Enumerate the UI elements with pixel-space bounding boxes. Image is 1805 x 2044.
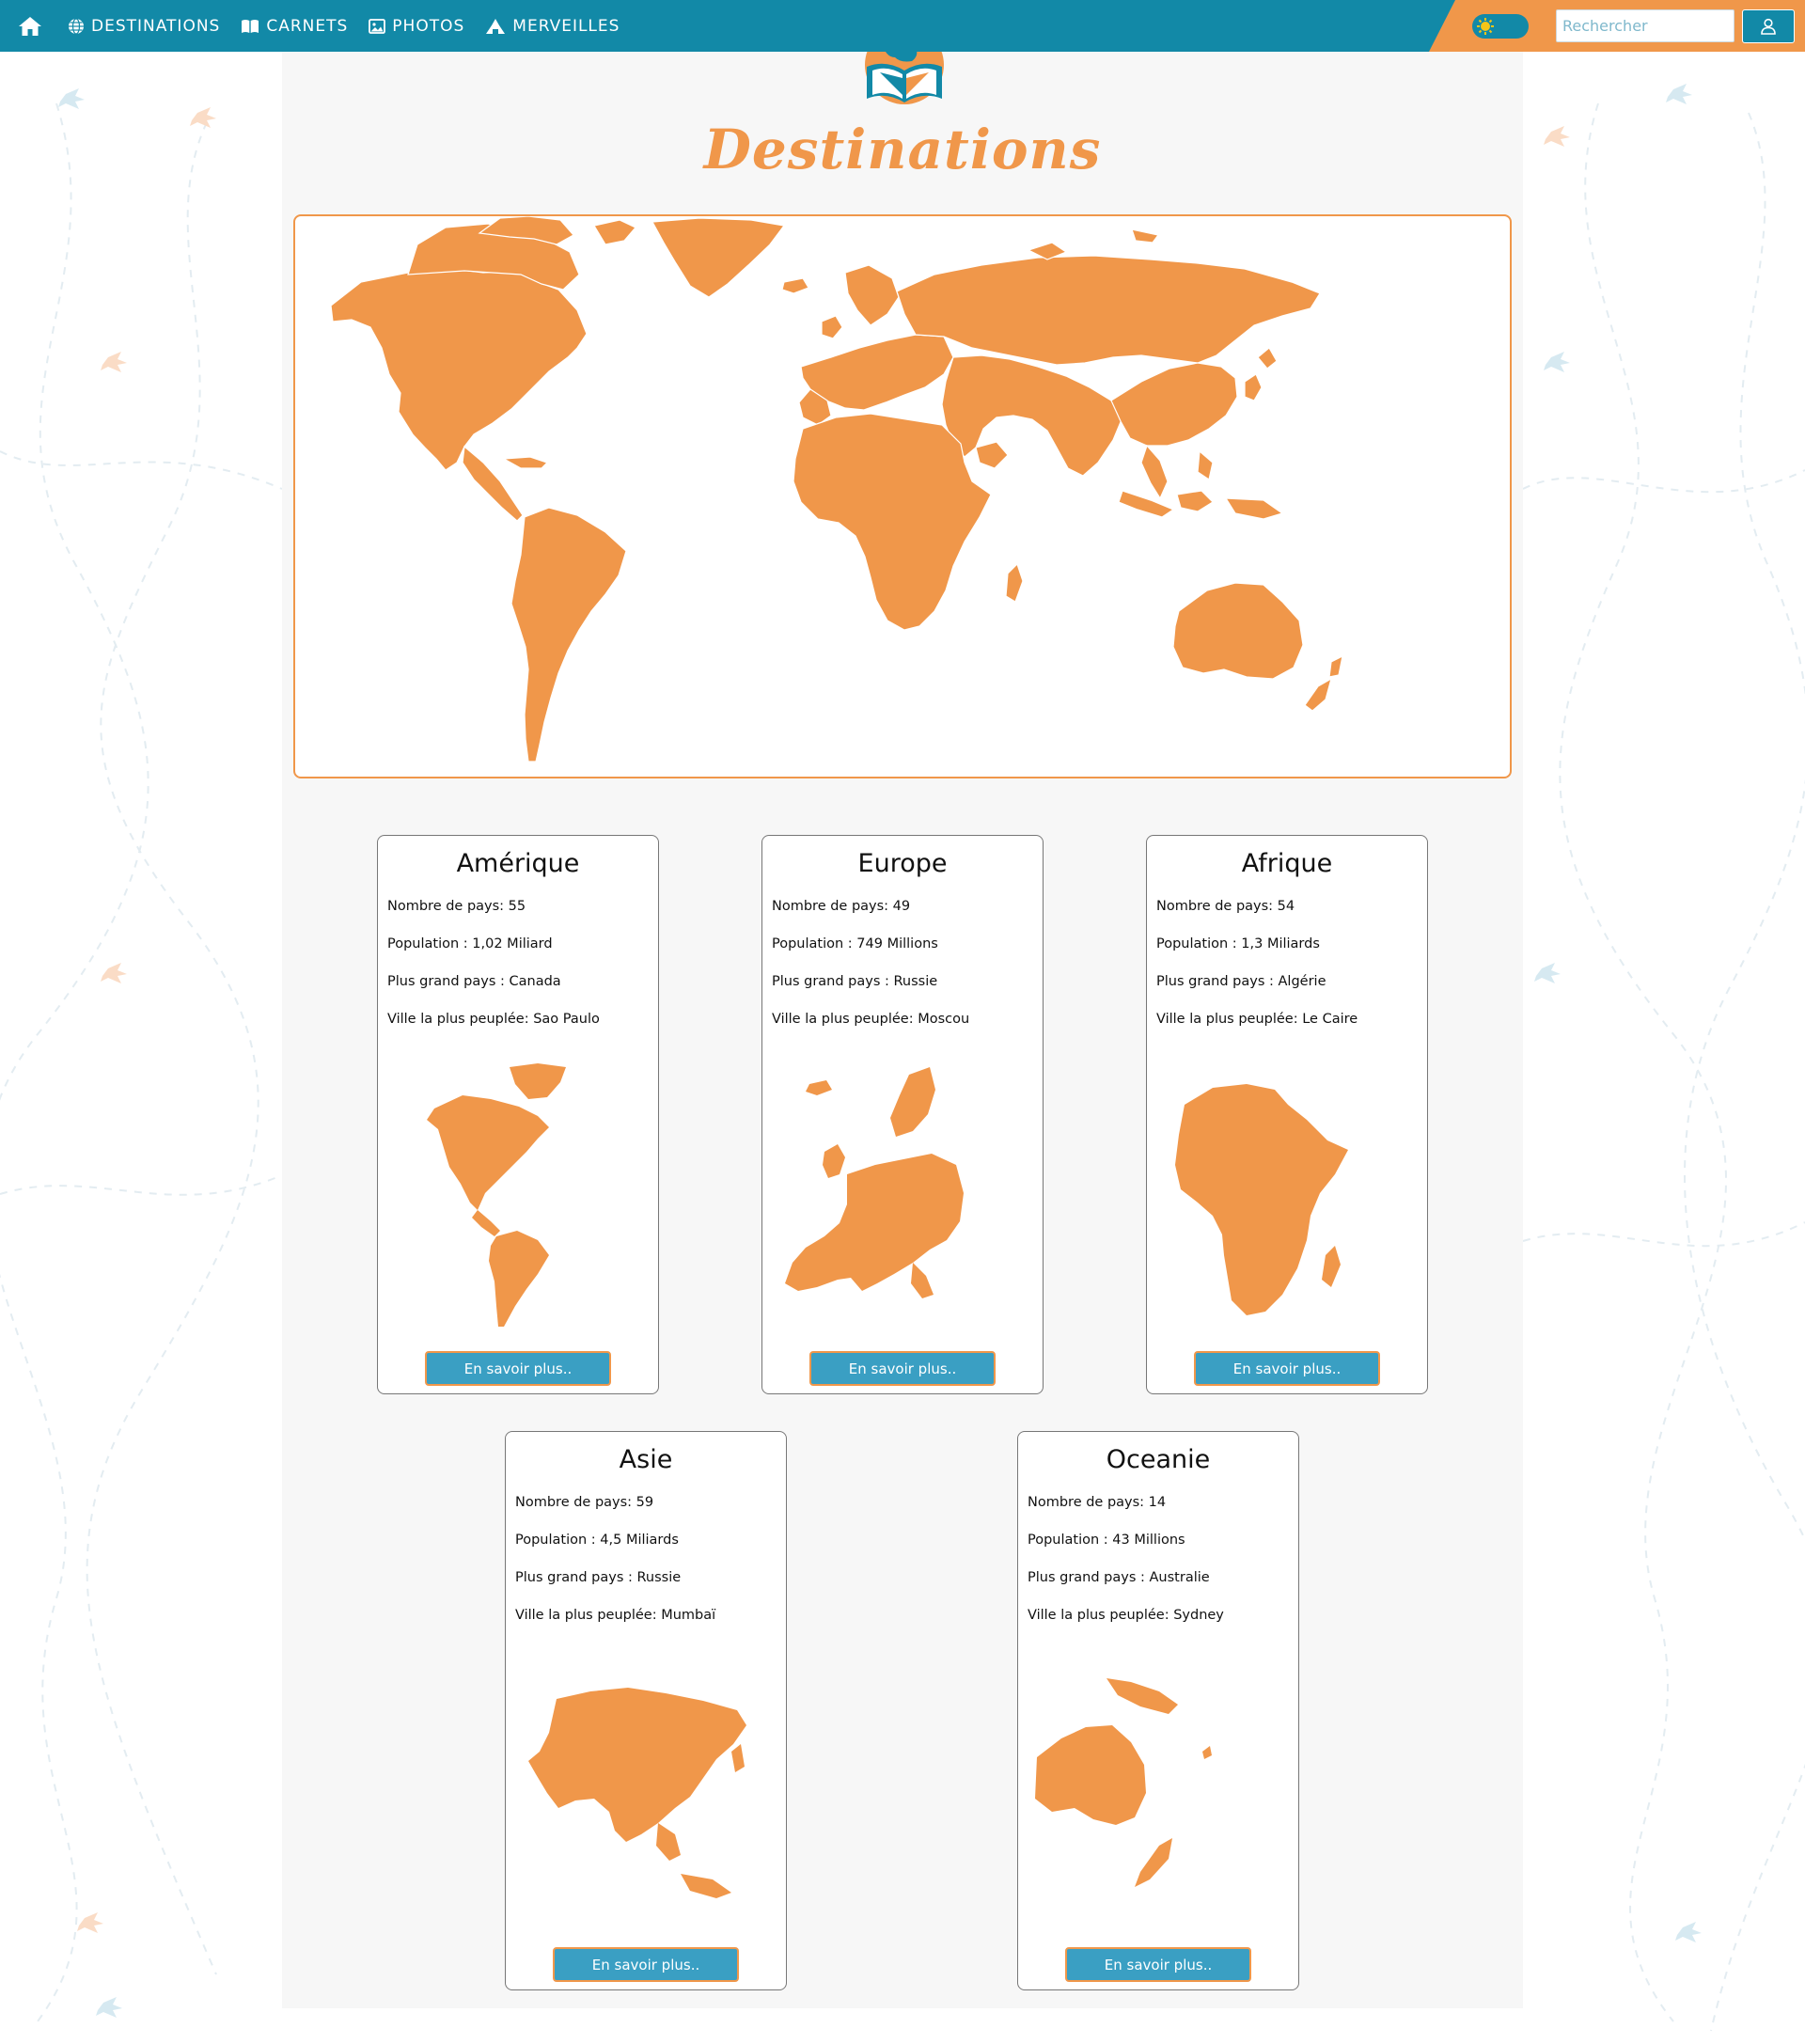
nav-label: PHOTOS [392, 16, 465, 36]
continent-card-asie: Asie Nombre de pays: 59 Population : 4,5… [505, 1431, 787, 1990]
top-navbar: DESTINATIONS CARNETS PHOTOS MERVEILLES [0, 0, 1805, 52]
globe-icon [69, 17, 84, 35]
card-population: Population : 43 Millions [1028, 1533, 1185, 1548]
learn-more-button[interactable]: En savoir plus.. [1194, 1351, 1380, 1386]
card-largest-country: Plus grand pays : Australie [1028, 1570, 1210, 1585]
world-map-graphic [330, 216, 1343, 763]
card-countries: Nombre de pays: 54 [1156, 899, 1295, 914]
world-map[interactable] [293, 214, 1512, 778]
continent-card-amerique: Amérique Nombre de pays: 55 Population :… [377, 835, 659, 1394]
card-countries: Nombre de pays: 49 [772, 899, 911, 914]
nav-item-merveilles[interactable]: MERVEILLES [485, 17, 620, 36]
card-largest-city: Ville la plus peuplée: Sao Paulo [387, 1012, 600, 1027]
main-content: Destinations Amérique Nombre de pays: 55… [282, 25, 1523, 2008]
card-countries: Nombre de pays: 55 [387, 899, 526, 914]
page-title: Destinations [703, 118, 1102, 181]
nav-item-photos[interactable]: PHOTOS [369, 17, 464, 36]
card-largest-city: Ville la plus peuplée: Mumbaï [515, 1608, 716, 1623]
asia-map [528, 1688, 746, 1898]
continent-card-oceanie: Oceanie Nombre de pays: 14 Population : … [1017, 1431, 1299, 1990]
card-largest-country: Plus grand pays : Algérie [1156, 974, 1326, 989]
learn-more-button[interactable]: En savoir plus.. [1065, 1947, 1251, 1982]
card-countries: Nombre de pays: 59 [515, 1495, 654, 1510]
africa-map [1175, 1084, 1348, 1315]
america-map [427, 1063, 566, 1327]
nav-label: CARNETS [266, 16, 349, 36]
nav-label: DESTINATIONS [91, 16, 221, 36]
card-title: Afrique [1241, 849, 1333, 878]
home-icon[interactable] [17, 13, 43, 39]
card-largest-country: Plus grand pays : Russie [772, 974, 938, 989]
card-title: Europe [857, 849, 948, 878]
card-largest-city: Ville la plus peuplée: Le Caire [1156, 1012, 1358, 1027]
card-population: Population : 1,3 Miliards [1156, 936, 1320, 951]
card-largest-city: Ville la plus peuplée: Sydney [1028, 1608, 1224, 1623]
nav-label: MERVEILLES [512, 16, 620, 36]
continent-card-europe: Europe Nombre de pays: 49 Population : 7… [761, 835, 1044, 1394]
europe-map [785, 1067, 964, 1298]
card-largest-country: Plus grand pays : Canada [387, 974, 561, 989]
nav-item-destinations[interactable]: DESTINATIONS [68, 17, 220, 36]
card-title: Oceanie [1106, 1445, 1211, 1474]
card-largest-country: Plus grand pays : Russie [515, 1570, 682, 1585]
theme-toggle[interactable] [1472, 14, 1529, 39]
sun-icon [1476, 17, 1495, 36]
monument-icon [486, 18, 506, 34]
learn-more-button[interactable]: En savoir plus.. [425, 1351, 611, 1386]
card-title: Asie [619, 1445, 673, 1474]
card-population: Population : 4,5 Miliards [515, 1533, 679, 1548]
search-input[interactable] [1556, 9, 1734, 42]
image-icon [369, 18, 386, 34]
card-population: Population : 749 Millions [772, 936, 938, 951]
book-icon [242, 19, 259, 33]
card-population: Population : 1,02 Miliard [387, 936, 553, 951]
user-icon [1761, 18, 1776, 35]
card-largest-city: Ville la plus peuplée: Moscou [772, 1012, 970, 1027]
oceania-map [1035, 1678, 1212, 1887]
user-button[interactable] [1742, 9, 1795, 43]
learn-more-button[interactable]: En savoir plus.. [809, 1351, 996, 1386]
card-countries: Nombre de pays: 14 [1028, 1495, 1167, 1510]
card-title: Amérique [456, 849, 580, 878]
nav-item-carnets[interactable]: CARNETS [241, 17, 348, 36]
continent-card-afrique: Afrique Nombre de pays: 54 Population : … [1146, 835, 1428, 1394]
nav-links: DESTINATIONS CARNETS PHOTOS MERVEILLES [17, 0, 640, 52]
learn-more-button[interactable]: En savoir plus.. [553, 1947, 739, 1982]
